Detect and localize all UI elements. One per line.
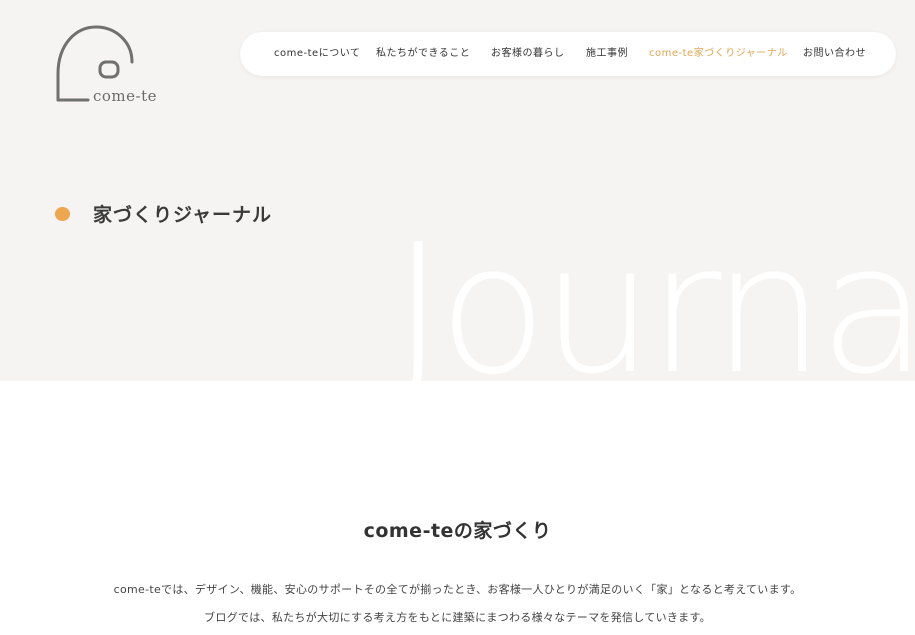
page-title: 家づくりジャーナル: [93, 204, 273, 226]
nav-item-about[interactable]: come-teについて: [274, 32, 360, 76]
nav-item-works[interactable]: 施工事例: [586, 32, 628, 76]
nav-item-contact[interactable]: お問い合わせ: [803, 32, 866, 76]
hero-background-word: Journal: [392, 206, 915, 382]
intro-paragraph-1: come-teでは、デザイン、機能、安心のサポートその全てが揃ったとき、お客様一…: [113, 583, 802, 596]
logo-text[interactable]: come-te: [93, 87, 157, 105]
nav-item-customer-life[interactable]: お客様の暮らし: [491, 32, 565, 76]
nav-item-services[interactable]: 私たちができること: [376, 32, 470, 76]
global-nav: come-teについて 私たちができること お客様の暮らし 施工事例 come-…: [240, 32, 896, 76]
nav-item-journal[interactable]: come-te家づくりジャーナル: [649, 32, 788, 76]
intro-paragraph-2: ブログでは、私たちが大切にする考え方をもとに建築にまつわる様々なテーマを発信して…: [204, 611, 711, 624]
section-title: come-teの家づくり: [363, 520, 552, 542]
hero-section: come-te come-teについて 私たちができること お客様の暮らし 施工…: [0, 0, 915, 381]
title-dot-icon: [55, 207, 70, 221]
